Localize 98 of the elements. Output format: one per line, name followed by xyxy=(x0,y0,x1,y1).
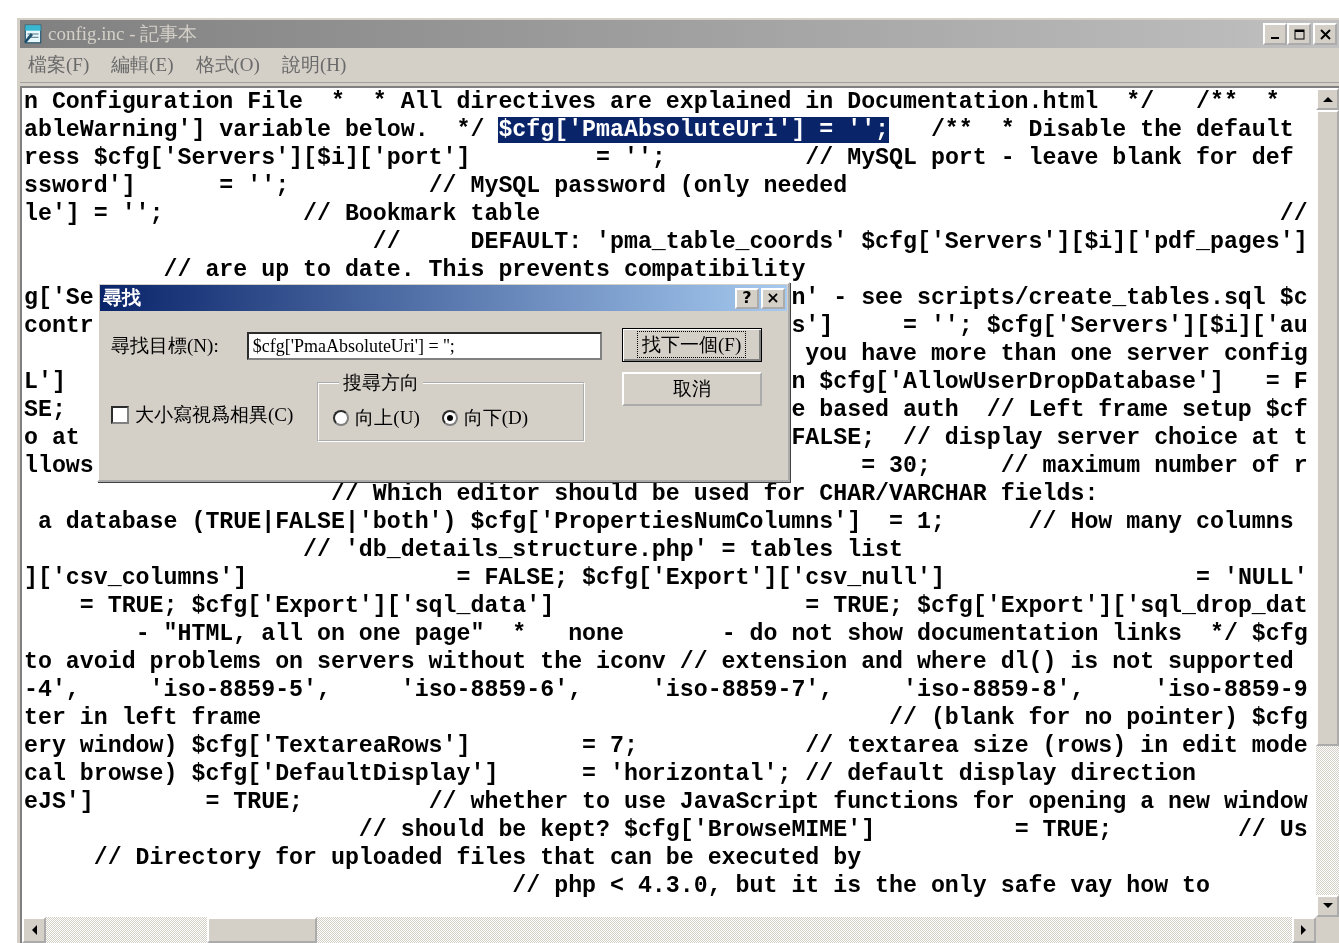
code-text: DEFAULT: 'pma_table_coords' $cfg['Servers'][$i]['pdf_pages'] xyxy=(470,229,1308,255)
scroll-thumb[interactable] xyxy=(1316,110,1339,746)
code-text: o at xyxy=(24,425,80,451)
code-text: = FALSE; $cfg['Export']['csv_null'] xyxy=(456,565,945,591)
menu-item[interactable]: 檔案(F) xyxy=(28,52,90,78)
code-text: // MySQL password (only needed xyxy=(428,173,848,199)
dialog-title: 尋找 xyxy=(103,286,141,310)
code-text: // maximum number of r xyxy=(1000,453,1308,479)
code-text: ableWarning'] variable below. */ xyxy=(24,117,486,143)
up-arrow-icon xyxy=(1322,96,1333,102)
code-text: ress $cfg['Servers'][$i]['port'] xyxy=(24,145,471,171)
code-text: n Configuration File * * All directives are explained in Documentation.html */ /** * xyxy=(24,89,1280,115)
code-text: 'iso-8859-6', xyxy=(400,677,583,703)
code-text: = ''; $cfg['Servers'][$i]['au xyxy=(903,313,1308,339)
right-arrow-icon xyxy=(1301,925,1307,935)
code-text: 'iso-8859-8', xyxy=(903,677,1085,703)
code-text: = 'NULL' xyxy=(1196,565,1308,591)
menu-item[interactable]: 編輯(E) xyxy=(111,52,174,78)
code-text: = ''; xyxy=(596,145,666,171)
code-text: // php < 4.3.0, but it is the only safe vay how to xyxy=(512,873,1210,899)
code-text: g['Se xyxy=(24,285,94,311)
code-text: 'iso-8859-5', xyxy=(149,677,331,703)
code-text: /** * Disable the default xyxy=(929,117,1294,143)
find-label: 尋找目標(N): xyxy=(111,334,219,358)
close-icon xyxy=(1319,28,1331,40)
down-arrow-icon xyxy=(1322,903,1333,909)
code-text: n' - see scripts/create_tables.sql $c xyxy=(791,285,1308,311)
code-text: FALSE; // display server choice at t xyxy=(791,425,1308,451)
menu-item[interactable]: 說明(H) xyxy=(281,52,347,78)
code-text: // Us xyxy=(1237,817,1308,843)
group-title: 搜尋方向 xyxy=(342,371,421,395)
code-text: = 7; xyxy=(582,733,638,759)
vertical-scrollbar[interactable] xyxy=(1316,88,1339,917)
close-button[interactable]: × xyxy=(761,287,785,309)
scroll-right-button[interactable] xyxy=(1292,917,1316,943)
code-text: = 'horizontal'; // default display direction xyxy=(582,761,1196,787)
code-text: ssword'] xyxy=(24,173,136,199)
code-text: llows xyxy=(24,453,94,479)
maximize-icon xyxy=(1293,28,1305,40)
scroll-left-button[interactable] xyxy=(22,917,46,943)
code-text: 'iso-8859-7', xyxy=(651,677,834,703)
selected-text: $cfg['PmaAbsoluteUri'] = ''; xyxy=(498,117,890,143)
code-text: to avoid problems on servers without the iconv // extension and where dl() is not supported xyxy=(24,649,1294,675)
code-text: // whether to use JavaScript functions for opening a new window xyxy=(428,789,1308,815)
code-text: = TRUE; $cfg['Export']['sql_drop_dat xyxy=(805,593,1308,619)
code-text: ery window) $cfg['TextareaRows'] xyxy=(24,733,471,759)
code-text: a database (TRUE|FALSE|'both') $cfg['PropertiesNumColumns'] = 1; xyxy=(36,509,945,535)
window-title: config.inc - 記事本 xyxy=(48,22,198,46)
code-text: -4', xyxy=(24,677,80,703)
code-text: // 'db_details_structure.php' = tables list xyxy=(303,537,903,563)
code-text: L'] xyxy=(24,369,66,395)
dialog-button[interactable]: 找下一個(F) xyxy=(621,328,762,362)
match-case-checkbox[interactable]: 大小寫視爲相異(C) xyxy=(111,402,294,428)
code-text: e based auth // Left frame setup $cf xyxy=(791,397,1308,423)
direction-radio[interactable]: 向上(U) xyxy=(333,405,420,431)
code-text: // xyxy=(1279,201,1308,227)
code-text: contr xyxy=(24,313,94,339)
code-text: ]['csv_columns'] xyxy=(24,565,248,591)
code-text: = TRUE; xyxy=(1014,817,1113,843)
code-text: SE; xyxy=(24,397,66,423)
code-text: cal browse) $cfg['DefaultDisplay'] xyxy=(24,761,499,787)
code-text: you have more than one server config xyxy=(805,341,1308,367)
code-text: // should be kept? $cfg['BrowseMIME'] xyxy=(358,817,876,843)
code-text: 'iso-8859-9 xyxy=(1154,677,1308,703)
menu-item[interactable]: 格式(O) xyxy=(195,52,260,78)
code-text: // Bookmark table xyxy=(303,201,541,227)
code-text: = 30; xyxy=(861,453,931,479)
minimize-icon xyxy=(1271,37,1279,39)
code-text: = ''; xyxy=(219,173,290,199)
code-text: // xyxy=(372,229,401,255)
code-text: = TRUE; $cfg['Export']['sql_data'] xyxy=(79,593,555,619)
direction-radio[interactable]: 向下(D) xyxy=(441,405,529,431)
code-text: eJS'] xyxy=(24,789,94,815)
code-text: - do not show documentation links */ $cfg xyxy=(721,621,1308,647)
minimize-button[interactable] xyxy=(1263,23,1287,45)
code-text: // textarea size (rows) in edit mode xyxy=(805,733,1308,759)
horizontal-scrollbar[interactable] xyxy=(22,917,1316,943)
scroll-up-button[interactable] xyxy=(1316,88,1339,110)
left-arrow-icon xyxy=(31,925,37,935)
help-button[interactable]: ? xyxy=(735,287,759,309)
code-text: = TRUE; xyxy=(205,789,304,815)
scroll-thumb[interactable] xyxy=(207,917,317,943)
code-text: // Directory for uploaded files that can be executed by xyxy=(93,845,862,871)
dialog-button[interactable]: 取消 xyxy=(621,372,762,406)
scroll-down-button[interactable] xyxy=(1316,895,1339,917)
code-text: - "HTML, all on one page" * none xyxy=(135,621,624,647)
code-text: le'] = ''; xyxy=(24,201,164,227)
code-text: // How many columns xyxy=(1028,509,1294,535)
code-text: // (blank for no pointer) $cfg xyxy=(889,705,1308,731)
code-text: ter in left frame xyxy=(24,705,262,731)
code-text: s'] xyxy=(791,313,834,339)
code-text: // are up to date. This prevents compatibility xyxy=(163,257,806,283)
code-text: // MySQL port - leave blank for def xyxy=(805,145,1294,171)
close-button[interactable] xyxy=(1313,23,1337,45)
notepad-icon xyxy=(22,23,44,45)
code-text: n $cfg['AllowUserDropDatabase'] = F xyxy=(791,369,1308,395)
find-field[interactable]: $cfg['PmaAbsoluteUri'] = ''; xyxy=(246,332,602,360)
maximize-button[interactable] xyxy=(1287,23,1311,45)
